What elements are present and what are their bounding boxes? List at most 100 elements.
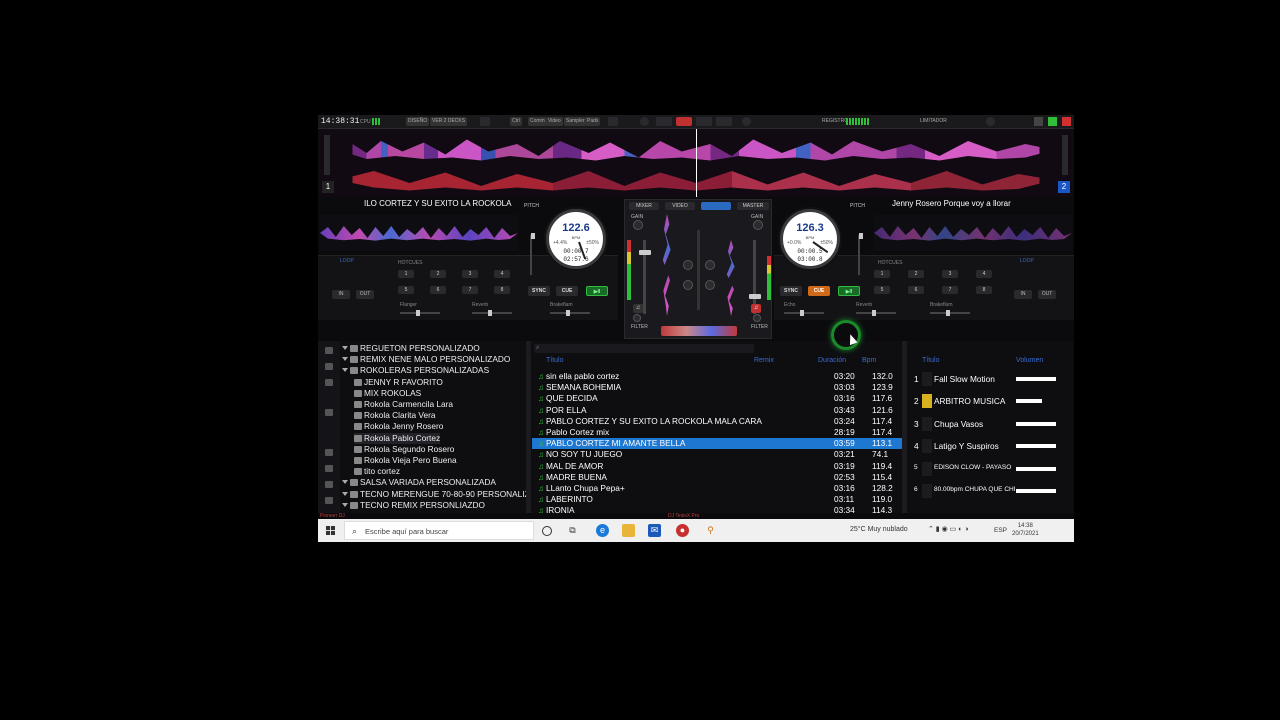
sampler-volume-bar[interactable] xyxy=(1016,466,1056,471)
expand-chevron-icon[interactable] xyxy=(342,480,348,485)
sampler-column-title[interactable]: Título xyxy=(922,357,940,364)
tree-node[interactable]: SALSA VARIADA PERSONALIZADA xyxy=(342,477,496,488)
tree-node[interactable]: JENNY R FAVORITO xyxy=(354,377,443,388)
eq-knob-1[interactable] xyxy=(683,260,693,270)
tab-mixer[interactable]: MIXER xyxy=(629,202,659,210)
power-icon[interactable] xyxy=(742,117,751,126)
cortana-icon[interactable] xyxy=(542,526,552,536)
tree-node[interactable]: ROKOLERAS PERSONALIZADAS xyxy=(342,365,489,376)
column-bpm[interactable]: Bpm xyxy=(862,357,876,364)
deck2-hotcue-8[interactable]: 8 xyxy=(976,286,992,294)
tree-node[interactable]: Rokola Jenny Rosero xyxy=(354,421,443,432)
deck2-hotcue-2[interactable]: 2 xyxy=(908,270,924,278)
virtualdj-icon[interactable]: ● xyxy=(676,524,689,537)
taskbar-clock[interactable]: 14:38 20/7/2021 xyxy=(1012,522,1039,538)
deck2-fx3[interactable]: Brakeflam xyxy=(930,302,953,308)
minimize-button[interactable] xyxy=(1034,117,1043,126)
gear-icon[interactable] xyxy=(986,117,995,126)
sampler-row[interactable]: 6 80.00bpm CHUPA QUE CHI xyxy=(908,481,1074,503)
deck2-fx1-slider[interactable] xyxy=(784,310,824,316)
sampler-row[interactable]: 3 Chupa Vasos xyxy=(908,414,1074,436)
sampler-button[interactable]: Sampler xyxy=(564,117,587,126)
layout-button[interactable]: DISEÑO xyxy=(406,117,430,126)
deck2-pitch-slider[interactable] xyxy=(858,233,863,275)
divider[interactable] xyxy=(526,341,531,513)
filter-knob-right[interactable] xyxy=(753,314,761,322)
gain-knob-right[interactable] xyxy=(753,220,763,230)
track-row[interactable]: ♫ sin ella pablo cortez 03:20 132.0 xyxy=(532,371,902,382)
deck2-jog-wheel[interactable]: 126.3 BPM +0.0% ±50% 00:00.5 03:00.8 xyxy=(780,209,840,269)
tree-node[interactable]: MIX ROKOLAS xyxy=(354,388,421,399)
sampler-volume-bar[interactable] xyxy=(1016,444,1056,449)
expand-chevron-icon[interactable] xyxy=(342,357,348,362)
deck2-hotcue-7[interactable]: 7 xyxy=(942,286,958,294)
deck1-overview[interactable] xyxy=(320,215,518,251)
pads-button[interactable]: Pads xyxy=(585,117,601,126)
search-tool-icon[interactable]: ⚲ xyxy=(704,524,717,537)
deck2-number[interactable]: 2 xyxy=(1058,181,1070,193)
deck1-fx3[interactable]: Brakeflam xyxy=(550,302,573,308)
deck2-overview[interactable] xyxy=(874,215,1072,251)
zoom-slider-left[interactable] xyxy=(324,135,330,175)
divider[interactable] xyxy=(902,341,907,513)
track-row[interactable]: ♫ LABERINTO 03:11 119.0 xyxy=(532,494,902,505)
track-row[interactable]: ♫ MADRE BUENA 02:53 115.4 xyxy=(532,472,902,483)
main-waveform[interactable]: 1 2 xyxy=(318,129,1074,197)
column-remix[interactable]: Remix xyxy=(754,357,774,364)
volume-fader-right-track[interactable] xyxy=(753,240,756,314)
text-a-icon[interactable] xyxy=(325,465,333,472)
deck2-hotcue-3[interactable]: 3 xyxy=(942,270,958,278)
sampler-row[interactable]: 1 Fall Slow Motion xyxy=(908,369,1074,391)
deck2-loop-in-button[interactable]: IN xyxy=(1014,290,1032,299)
folder-icon[interactable] xyxy=(325,347,333,354)
deck1-hotcue-2[interactable]: 2 xyxy=(430,270,446,278)
track-row[interactable]: ♫ Pablo Cortez mix 28:19 117.4 xyxy=(532,427,902,438)
headphone-right-icon[interactable]: ♫ xyxy=(751,304,761,313)
deck1-loop-in-button[interactable]: IN xyxy=(332,290,350,299)
track-row[interactable]: ♫ MAL DE AMOR 03:19 119.4 xyxy=(532,461,902,472)
deck1-hotcue-7[interactable]: 7 xyxy=(462,286,478,294)
sampler-row[interactable]: 2 ARBITRO MUSICA xyxy=(908,391,1074,413)
deck2-play-button[interactable]: ▶II xyxy=(838,286,860,296)
file-explorer-icon[interactable] xyxy=(622,524,635,537)
sampler-row[interactable]: 4 Latigo Y Suspiros xyxy=(908,436,1074,458)
eq-knob-2[interactable] xyxy=(705,260,715,270)
deck1-jog-wheel[interactable]: 122.6 BPM +4.4% ±50% 00:00.7 02:57.6 xyxy=(546,209,606,269)
tree-node[interactable]: Rokola Segundo Rosero xyxy=(354,444,454,455)
deck1-fx1[interactable]: Flanger xyxy=(400,302,417,308)
back-icon[interactable] xyxy=(325,409,333,416)
deck2-hotcue-1[interactable]: 1 xyxy=(874,270,890,278)
deck2-fx2-slider[interactable] xyxy=(856,310,896,316)
tab-master[interactable]: MASTER xyxy=(737,202,769,210)
list-icon[interactable] xyxy=(716,117,732,126)
deck1-sync-button[interactable]: SYNC xyxy=(528,286,550,296)
volume-fader-left[interactable] xyxy=(639,250,651,255)
deck2-sync-button[interactable]: SYNC xyxy=(780,286,802,296)
grid-icon[interactable] xyxy=(325,497,333,504)
deck1-hotcue-6[interactable]: 6 xyxy=(430,286,446,294)
tree-node[interactable]: TECNO REMIX PERSONLIAZDO xyxy=(342,500,485,511)
tree-node[interactable]: TECNO MERENGUE 70-80-90 PERSONALIZ xyxy=(342,489,526,500)
sampler-volume-bar[interactable] xyxy=(1016,489,1056,493)
deck2-fx2[interactable]: Reverb xyxy=(856,302,872,308)
text-b-icon[interactable] xyxy=(325,481,333,488)
view-decks-button[interactable]: VER 2 DECKS xyxy=(430,117,468,126)
arrow-up-icon[interactable] xyxy=(325,449,333,456)
search-input[interactable]: ⌕ xyxy=(534,344,754,353)
column-title[interactable]: Título xyxy=(546,357,564,364)
track-row[interactable]: ♫ QUE DECIDA 03:16 117.6 xyxy=(532,393,902,404)
sampler-column-volume[interactable]: Volumen xyxy=(1016,357,1043,364)
deck2-fx3-slider[interactable] xyxy=(930,310,970,316)
close-button[interactable] xyxy=(1062,117,1071,126)
headphone-icon[interactable] xyxy=(640,117,649,126)
comm-button[interactable]: Comm xyxy=(528,117,547,126)
deck1-hotcue-1[interactable]: 1 xyxy=(398,270,414,278)
record-icon[interactable] xyxy=(608,117,618,126)
deck1-number[interactable]: 1 xyxy=(322,181,334,193)
deck1-hotcue-4[interactable]: 4 xyxy=(494,270,510,278)
tree-node[interactable]: Rokola Carmencila Lara xyxy=(354,399,453,410)
deck1-fx3-slider[interactable] xyxy=(550,310,590,316)
deck2-fx1[interactable]: Echo xyxy=(784,302,795,308)
tree-node[interactable]: Rokola Clarita Vera xyxy=(354,410,435,421)
zoom-slider-right[interactable] xyxy=(1062,135,1068,175)
